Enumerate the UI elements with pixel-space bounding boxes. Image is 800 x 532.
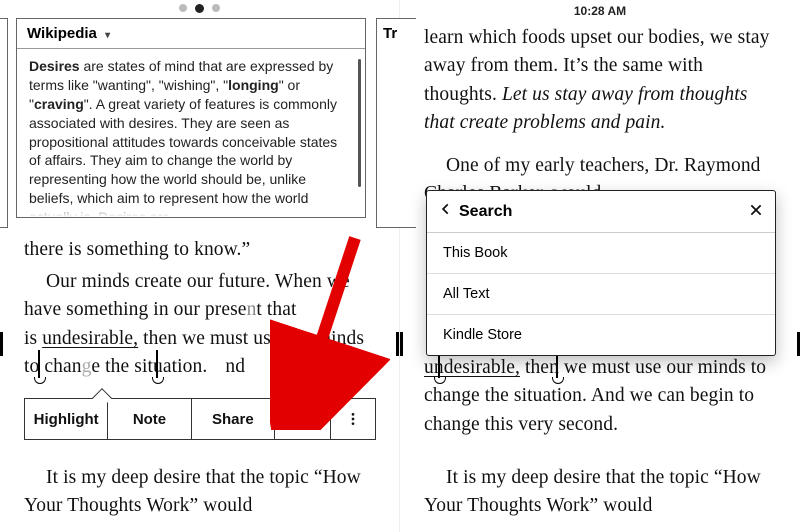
selected-word[interactable]: undesirable, [42,328,138,349]
page-edge-marker [0,332,3,356]
search-panel: Search This Book All Text Kindle Store [426,190,776,356]
back-button[interactable] [439,202,453,221]
search-scope-kindle-store[interactable]: Kindle Store [427,315,775,355]
book-text-paragraph: It is my deep desire that the topic “How… [24,464,375,521]
wikipedia-card: Wikipedia ▾ Desires are states of mind t… [16,18,366,218]
scrollbar-thumb[interactable] [358,59,361,187]
book-text-line: there is something to know.” [24,236,375,264]
wikipedia-entry-text[interactable]: Desires are states of mind that are expr… [17,49,365,217]
search-scope-this-book[interactable]: This Book [427,233,775,274]
selection-toolbar: Highlight Note Share [24,398,376,440]
next-card-label: Tr [383,25,397,42]
page-edge-marker [400,332,403,356]
note-button[interactable]: Note [108,399,191,439]
left-page: Wikipedia ▾ Desires are states of mind t… [0,0,400,532]
search-icon [293,410,311,428]
status-bar-clock: 10:28 AM [400,4,800,18]
book-text-paragraph: It is my deep desire that the topic “How… [424,464,776,521]
search-button[interactable] [275,399,331,439]
share-button[interactable]: Share [192,399,275,439]
search-panel-title: Search [459,203,749,221]
more-vertical-icon [345,411,361,427]
wikipedia-source-dropdown[interactable]: Wikipedia ▾ [17,19,365,49]
highlight-button[interactable]: Highlight [25,399,108,439]
book-text-paragraph: learn which foods upset our bodies, we s… [424,24,776,137]
selection-handle-end[interactable] [156,350,158,378]
page-indicator [0,4,399,13]
book-text-paragraph: undesirable, then we must use our minds … [424,354,776,439]
wikipedia-source-label: Wikipedia [27,25,97,42]
right-page: 10:28 AM learn which foods upset our bod… [400,0,800,532]
close-icon [749,203,763,217]
close-button[interactable] [749,201,763,222]
selected-word[interactable]: undesirable, [424,357,520,378]
dropdown-triangle-icon: ▾ [105,30,110,41]
more-button[interactable] [331,399,375,439]
prev-card-sliver[interactable] [0,18,8,228]
chevron-left-icon [439,202,453,216]
book-text-paragraph: Our minds create our future. When we hav… [24,268,375,381]
selection-handle-start[interactable] [38,350,40,378]
search-scope-all-text[interactable]: All Text [427,274,775,315]
page-edge-marker [396,332,399,356]
